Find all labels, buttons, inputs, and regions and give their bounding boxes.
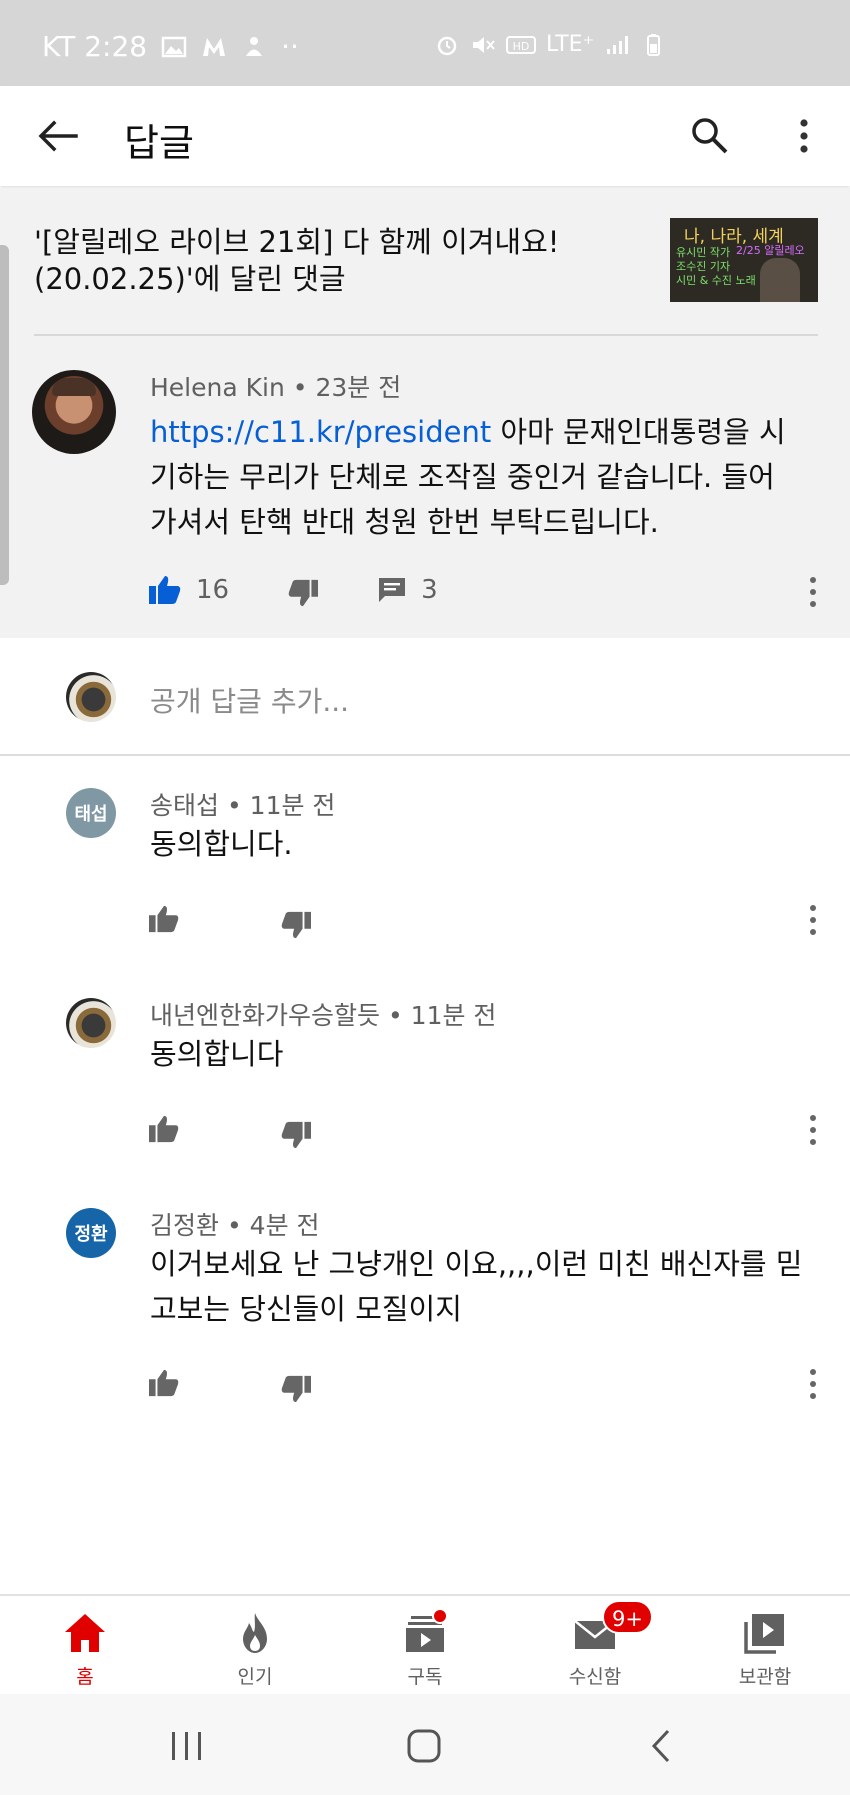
parent-comment-section: '[알릴레오 라이브 21회] 다 함께 이겨내요!(20.02.25)'에 달… [0, 188, 850, 638]
reply-text: 이거보세요 난 그냥개인 이요,,,,이런 미친 배신자를 믿고보는 당신들이 … [150, 1247, 803, 1326]
dislike-icon[interactable] [287, 578, 319, 608]
reply-item: 내년엔한화가우승할듯 • 11분 전 동의합니다 [0, 966, 850, 1176]
reply-text: 동의합니다. [150, 827, 293, 861]
alarm-icon [437, 36, 457, 55]
meta-separator: • [292, 373, 308, 402]
back-arrow-icon[interactable] [34, 116, 80, 156]
avatar[interactable]: 정환 [66, 1208, 116, 1258]
carrier-time: KT 2:28 [42, 30, 148, 63]
system-nav-bar [0, 1694, 850, 1795]
reply-input-row[interactable]: 공개 답글 추가... [0, 640, 850, 756]
edge-panel-handle[interactable] [0, 245, 9, 585]
nav-label: 보관함 [738, 1666, 792, 1688]
thumbnail-figure [760, 258, 800, 302]
reply-meta: 김정환 • 4분 전 [150, 1206, 320, 1242]
dislike-icon[interactable] [280, 1374, 312, 1404]
hd-icon: HD [506, 35, 536, 54]
my-avatar [66, 672, 116, 722]
avatar[interactable] [66, 998, 116, 1048]
bottom-nav: 홈 인기 구독 9+ 수신함 보관함 [0, 1594, 850, 1694]
nav-subscriptions[interactable]: 구독 [365, 1608, 485, 1689]
reply-author: 송태섭 [150, 791, 220, 820]
reply-actions [148, 1362, 312, 1404]
comment-link[interactable]: https://c11.kr/president [150, 415, 491, 449]
nav-label: 수신함 [568, 1666, 622, 1688]
gallery-icon [161, 36, 187, 57]
comment-author: Helena Kin [150, 373, 285, 402]
search-icon[interactable] [688, 114, 732, 158]
app-bar: 답글 [0, 86, 850, 186]
like-count: 16 [196, 575, 230, 605]
nav-home[interactable]: 홈 [25, 1610, 145, 1689]
nav-library[interactable]: 보관함 [705, 1610, 825, 1689]
nav-inbox[interactable]: 9+ 수신함 [535, 1600, 655, 1689]
reply-more-icon[interactable] [806, 1364, 820, 1404]
meta-separator: • [226, 1211, 242, 1240]
dislike-icon[interactable] [280, 910, 312, 940]
reply-time: 4분 전 [249, 1211, 320, 1240]
video-thumbnail[interactable]: 나, 나라, 세계 2/25 알릴레오 유시민 작가 조수진 기자 시민 & 수… [670, 218, 818, 302]
comment-more-icon[interactable] [806, 572, 820, 612]
status-bar: KT 2:28 ·· HD LTE⁺ [0, 0, 850, 86]
meta-separator: • [387, 1001, 403, 1030]
dislike-icon[interactable] [280, 1120, 312, 1150]
notification-icon [246, 36, 263, 56]
comment-actions: 16 3 [148, 572, 438, 608]
more-notifications: ·· [281, 30, 299, 63]
reply-actions [148, 1108, 312, 1150]
reply-input[interactable]: 공개 답글 추가... [150, 680, 349, 720]
reply-meta: 송태섭 • 11분 전 [150, 786, 335, 822]
reply-more-icon[interactable] [806, 1110, 820, 1150]
reply-actions [148, 898, 312, 940]
reply-meta: 내년엔한화가우승할듯 • 11분 전 [150, 996, 496, 1032]
more-options-icon[interactable] [792, 116, 816, 156]
like-icon[interactable] [148, 1114, 180, 1144]
comment-text: https://c11.kr/president 아마 문재인대통령을 시기하는… [150, 410, 790, 545]
m-app-icon [203, 37, 226, 56]
inbox-icon: 9+ [572, 1600, 653, 1656]
new-content-dot [432, 1608, 448, 1624]
reply-time: 11분 전 [249, 791, 336, 820]
library-icon [742, 1610, 788, 1656]
reply-author: 내년엔한화가우승할듯 [150, 1001, 381, 1030]
divider [34, 334, 818, 336]
mute-icon [473, 36, 495, 53]
svg-text:HD: HD [513, 40, 530, 53]
reply-comment-icon[interactable] [377, 576, 407, 604]
inbox-badge: 9+ [602, 1600, 653, 1634]
reply-count: 3 [421, 575, 438, 605]
avatar[interactable]: 태섭 [66, 788, 116, 838]
battery-icon [647, 33, 661, 56]
page-title: 답글 [124, 121, 194, 165]
reply-text: 동의합니다 [150, 1037, 284, 1071]
avatar[interactable] [32, 370, 116, 454]
meta-separator: • [226, 791, 242, 820]
reply-author: 김정환 [150, 1211, 220, 1240]
nav-label: 구독 [407, 1666, 443, 1688]
video-title-link[interactable]: '[알릴레오 라이브 21회] 다 함께 이겨내요!(20.02.25)'에 달… [34, 224, 594, 298]
system-back-icon[interactable] [648, 1728, 674, 1764]
fire-icon [232, 1610, 278, 1656]
reply-time: 11분 전 [410, 1001, 497, 1030]
reply-item: 태섭 송태섭 • 11분 전 동의합니다. [0, 756, 850, 966]
home-button-icon[interactable] [406, 1728, 442, 1764]
network-type: LTE⁺ [546, 32, 595, 57]
reply-more-icon[interactable] [806, 900, 820, 940]
reply-item: 정환 김정환 • 4분 전 이거보세요 난 그냥개인 이요,,,,이런 미친 배… [0, 1176, 850, 1436]
like-icon[interactable] [148, 904, 180, 934]
home-icon [62, 1610, 108, 1656]
comment-time: 23분 전 [315, 373, 402, 402]
signal-icon [607, 35, 629, 54]
comment-meta: Helena Kin • 23분 전 [150, 368, 401, 404]
subscriptions-icon [402, 1608, 448, 1656]
nav-label: 인기 [237, 1666, 273, 1688]
recent-apps-icon[interactable] [168, 1730, 206, 1762]
like-icon[interactable] [148, 1368, 180, 1398]
thumbnail-lines: 유시민 작가 조수진 기자 시민 & 수진 노래 [676, 246, 756, 287]
nav-trending[interactable]: 인기 [195, 1610, 315, 1689]
nav-label: 홈 [76, 1666, 94, 1688]
like-icon[interactable] [148, 574, 182, 606]
